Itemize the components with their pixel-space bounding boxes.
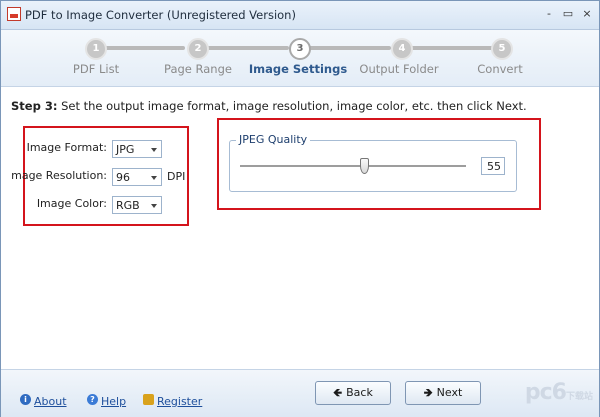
app-window: PDF to Image Converter (Unregistered Ver… [0,0,600,417]
wizard-steps: 1 2 3 4 5 PDF List Page Range Image Sett… [1,30,599,87]
image-resolution-select[interactable]: 96 [112,168,162,186]
arrow-right-icon: 🡺 [423,386,433,399]
footer-bar: i About ? Help Register 🡸 Back 🡺 Next pc6下… [1,369,599,417]
image-format-label: Image Format: [26,141,107,154]
step-5-circle[interactable]: 5 [491,38,513,60]
watermark-subtext: 下载站 [565,392,593,402]
image-resolution-value: 96 [116,171,130,184]
info-icon: i [20,394,31,405]
jpeg-quality-title: JPEG Quality [236,133,311,146]
step-4-label[interactable]: Output Folder [359,62,438,76]
step-3-label[interactable]: Image Settings [249,62,347,76]
dpi-unit-label: DPI [167,170,186,183]
title-bar: PDF to Image Converter (Unregistered Ver… [1,1,599,30]
minimize-button[interactable]: - [541,6,557,22]
chevron-down-icon [151,204,157,208]
step-connector [309,46,391,50]
jpeg-quality-slider-track[interactable] [240,165,466,168]
register-link[interactable]: Register [157,395,202,408]
image-format-value: JPG [116,143,135,156]
step-connector [105,46,185,50]
maximize-button[interactable]: ▭ [560,6,576,22]
watermark-logo: pc6下载站 [525,380,593,405]
step-5-label[interactable]: Convert [477,62,522,76]
help-icon: ? [87,394,98,405]
lock-icon [143,394,154,405]
back-button[interactable]: 🡸 Back [315,381,391,405]
chevron-down-icon [151,148,157,152]
chevron-down-icon [151,176,157,180]
pdf-app-icon [7,7,21,21]
image-color-select[interactable]: RGB [112,196,162,214]
step-1-circle[interactable]: 1 [85,38,107,60]
jpeg-quality-slider-handle[interactable] [360,158,369,174]
step-connector [207,46,289,50]
close-button[interactable]: × [579,6,595,22]
jpeg-quality-group: JPEG Quality 55 [229,133,517,192]
arrow-left-icon: 🡸 [333,386,343,399]
step-4-circle[interactable]: 4 [391,38,413,60]
back-button-label: Back [346,386,373,399]
step-1-label[interactable]: PDF List [73,62,119,76]
step-2-label[interactable]: Page Range [164,62,232,76]
step-connector [411,46,493,50]
help-link[interactable]: Help [101,395,126,408]
jpeg-quality-value[interactable]: 55 [481,157,505,175]
image-resolution-label: mage Resolution: [11,169,107,182]
image-color-label: Image Color: [36,197,107,210]
watermark-text: pc6 [524,380,567,405]
window-title: PDF to Image Converter (Unregistered Ver… [25,8,296,22]
about-link[interactable]: About [34,395,67,408]
next-button[interactable]: 🡺 Next [405,381,481,405]
jpeg-quality-highlight: JPEG Quality 55 [217,118,541,210]
image-options-highlight: Image Format: JPG mage Resolution: 96 DP… [11,126,189,226]
settings-panel: Step 3: Set the output image format, ima… [1,87,599,369]
step-description: Set the output image format, image resol… [61,99,527,113]
next-button-label: Next [436,386,463,399]
step-instructions: Step 3: Set the output image format, ima… [11,99,527,113]
step-3-circle[interactable]: 3 [289,38,311,60]
image-color-value: RGB [116,199,140,212]
step-number: Step 3: [11,99,58,113]
image-format-select[interactable]: JPG [112,140,162,158]
step-2-circle[interactable]: 2 [187,38,209,60]
